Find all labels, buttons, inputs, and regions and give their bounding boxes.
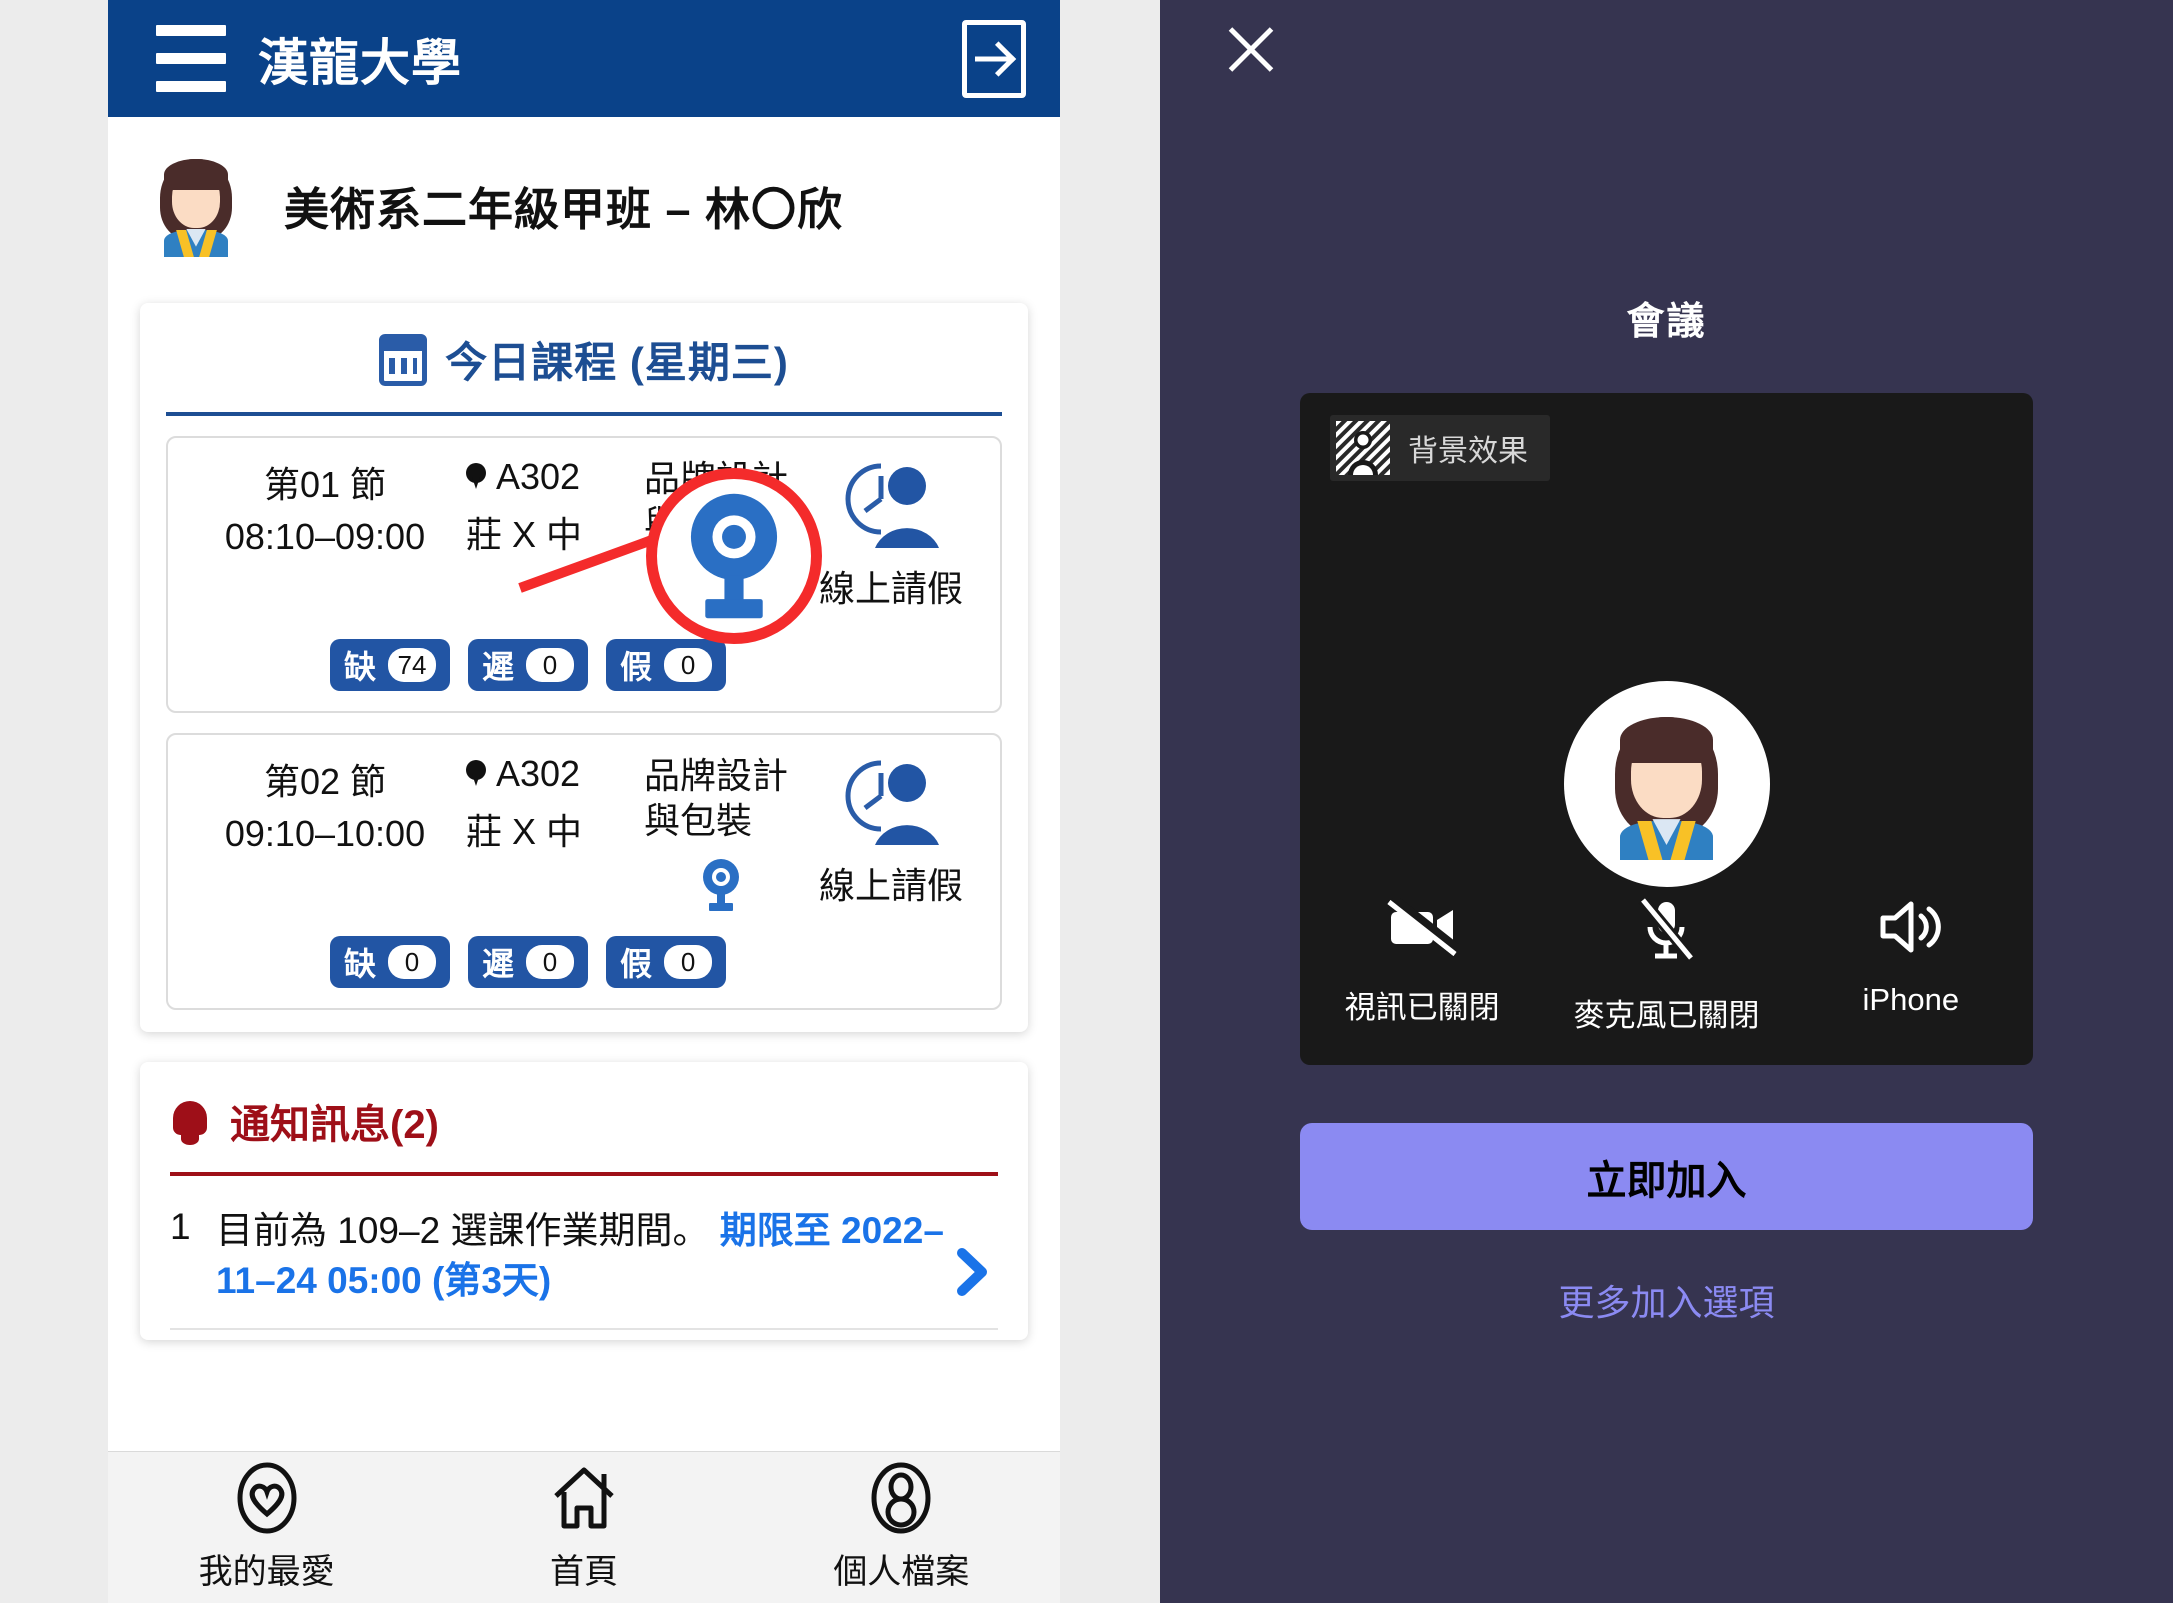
course-period-block: 第01 節 08:10–09:00 bbox=[184, 456, 466, 558]
mic-off-icon bbox=[1639, 898, 1696, 962]
control-label: iPhone bbox=[1862, 982, 1960, 1017]
course-room: A302 bbox=[496, 456, 581, 497]
badge-label: 遲 bbox=[482, 946, 515, 982]
nav-label: 首頁 bbox=[549, 1553, 618, 1591]
course-time: 08:10–09:00 bbox=[224, 516, 426, 557]
nav-item-favorites[interactable]: 我的最愛 bbox=[108, 1462, 425, 1593]
screenshot-root: 漢龍大學 美術系二年級甲班 – 林〇欣 今日課程 (星期三) 第01 節 08:… bbox=[0, 0, 2173, 1603]
background-effects-label: 背景效果 bbox=[1408, 435, 1528, 468]
notifications-title: 通知訊息(2) bbox=[230, 1103, 439, 1147]
nav-item-profile[interactable]: 個人檔案 bbox=[743, 1462, 1060, 1593]
background-effects-button[interactable]: 背景效果 bbox=[1330, 415, 1550, 481]
meeting-app-panel: 會議 背景效果 視訊已關閉 麥克風已關閉 iPhone 立即加入 更多加入選項 bbox=[1160, 0, 2173, 1603]
clock-person-icon bbox=[845, 463, 939, 548]
bell-icon bbox=[170, 1097, 210, 1145]
course-period: 第01 節 bbox=[263, 464, 387, 505]
hamburger-menu-icon[interactable] bbox=[138, 25, 230, 92]
person-icon bbox=[871, 1462, 931, 1534]
course-row[interactable]: 第01 節 08:10–09:00 A302 莊 X 中 品牌設計與包裝 bbox=[166, 436, 1002, 713]
mic-toggle-button[interactable]: 麥克風已關閉 bbox=[1544, 898, 1788, 1035]
online-leave-button[interactable]: 線上請假 bbox=[798, 456, 984, 612]
course-teacher: 莊 X 中 bbox=[466, 811, 583, 852]
course-period-block: 第02 節 09:10–10:00 bbox=[184, 753, 466, 855]
notification-text: 目前為 109–2 選課作業期間。 bbox=[216, 1210, 710, 1251]
close-x-icon[interactable] bbox=[1222, 20, 1280, 78]
nav-label: 我的最愛 bbox=[198, 1553, 335, 1591]
badge-absent: 缺 74 bbox=[330, 639, 451, 691]
attendance-badges: 缺 74 遲 0 假 0 bbox=[184, 639, 984, 691]
control-label: 麥克風已關閉 bbox=[1573, 998, 1760, 1033]
background-effects-icon bbox=[1336, 421, 1390, 475]
video-off-icon bbox=[1387, 898, 1460, 956]
speaker-icon bbox=[1880, 901, 1941, 953]
profile-name: 美術系二年級甲班 – 林〇欣 bbox=[284, 183, 844, 235]
attendance-badges: 缺 0 遲 0 假 0 bbox=[184, 936, 984, 988]
app-header: 漢龍大學 bbox=[108, 0, 1060, 117]
app-title: 漢龍大學 bbox=[258, 34, 462, 91]
student-avatar bbox=[1563, 681, 1770, 887]
webcam-icon-callout bbox=[646, 468, 822, 644]
more-join-options-link[interactable]: 更多加入選項 bbox=[1558, 1274, 1774, 1326]
notifications-header: 通知訊息(2) bbox=[170, 1092, 998, 1176]
schedule-card-title: 今日課程 (星期三) bbox=[445, 339, 789, 386]
online-leave-label: 線上請假 bbox=[818, 568, 963, 609]
profile-row: 美術系二年級甲班 – 林〇欣 bbox=[108, 117, 1060, 281]
badge-value: 0 bbox=[664, 945, 713, 979]
badge-value: 0 bbox=[526, 945, 575, 979]
course-room: A302 bbox=[496, 753, 581, 794]
badge-late: 遲 0 bbox=[468, 936, 589, 988]
online-leave-button[interactable]: 線上請假 bbox=[798, 753, 984, 909]
badge-label: 假 bbox=[620, 946, 653, 982]
schedule-card-header: 今日課程 (星期三) bbox=[166, 329, 1002, 416]
nav-item-home[interactable]: 首頁 bbox=[425, 1462, 742, 1593]
online-leave-label: 線上請假 bbox=[818, 865, 963, 906]
today-schedule-card: 今日課程 (星期三) 第01 節 08:10–09:00 A302 莊 X 中 … bbox=[140, 303, 1028, 1032]
notification-text-wrap: 目前為 109–2 選課作業期間。 期限至 2022–11–24 05:00 (… bbox=[216, 1206, 950, 1306]
badge-late: 遲 0 bbox=[468, 639, 589, 691]
school-app-panel: 漢龍大學 美術系二年級甲班 – 林〇欣 今日課程 (星期三) 第01 節 08:… bbox=[108, 0, 1060, 1603]
badge-value: 0 bbox=[388, 945, 437, 979]
badge-label: 缺 bbox=[344, 946, 377, 982]
badge-label: 遲 bbox=[482, 649, 515, 685]
course-place-block: A302 莊 X 中 bbox=[466, 753, 644, 855]
bottom-navigation: 我的最愛 首頁 個人檔案 bbox=[108, 1451, 1060, 1603]
meeting-title: 會議 bbox=[1626, 301, 1707, 343]
map-pin-icon bbox=[466, 463, 486, 491]
heart-icon bbox=[237, 1462, 297, 1534]
badge-leave: 假 0 bbox=[606, 639, 727, 691]
nav-label: 個人檔案 bbox=[833, 1553, 970, 1591]
video-toggle-button[interactable]: 視訊已關閉 bbox=[1300, 898, 1544, 1035]
badge-value: 0 bbox=[664, 648, 713, 682]
chevron-right-icon[interactable] bbox=[950, 1245, 998, 1304]
home-icon bbox=[554, 1467, 614, 1529]
badge-label: 缺 bbox=[344, 649, 377, 685]
calendar-icon bbox=[379, 333, 428, 386]
video-preview[interactable]: 背景效果 視訊已關閉 麥克風已關閉 iPhone bbox=[1300, 393, 2033, 1065]
clock-person-icon bbox=[845, 760, 939, 845]
map-pin-icon bbox=[466, 760, 486, 788]
badge-value: 0 bbox=[526, 648, 575, 682]
badge-leave: 假 0 bbox=[606, 936, 727, 988]
badge-absent: 缺 0 bbox=[330, 936, 451, 988]
logout-arrow-icon[interactable] bbox=[962, 19, 1026, 98]
webcam-icon[interactable] bbox=[699, 857, 743, 918]
notification-item[interactable]: 1 目前為 109–2 選課作業期間。 期限至 2022–11–24 05:00… bbox=[170, 1176, 998, 1330]
control-label: 視訊已關閉 bbox=[1344, 990, 1500, 1025]
join-now-button[interactable]: 立即加入 bbox=[1300, 1123, 2033, 1230]
notification-number: 1 bbox=[170, 1206, 191, 1247]
course-period: 第02 節 bbox=[263, 761, 387, 802]
app-scroll-area[interactable]: 美術系二年級甲班 – 林〇欣 今日課程 (星期三) 第01 節 08:10–09… bbox=[108, 117, 1060, 1451]
notifications-card: 通知訊息(2) 1 目前為 109–2 選課作業期間。 期限至 2022–11–… bbox=[140, 1062, 1028, 1340]
student-avatar bbox=[148, 153, 244, 257]
course-name-block: 品牌設計與包裝 bbox=[644, 753, 798, 918]
speaker-button[interactable]: iPhone bbox=[1789, 898, 2033, 1035]
course-row[interactable]: 第02 節 09:10–10:00 A302 莊 X 中 品牌設計與包裝 線上請… bbox=[166, 733, 1002, 1010]
meeting-controls: 視訊已關閉 麥克風已關閉 iPhone bbox=[1300, 898, 2033, 1035]
badge-value: 74 bbox=[388, 648, 437, 682]
course-place-block: A302 莊 X 中 bbox=[466, 456, 644, 558]
course-time: 09:10–10:00 bbox=[224, 813, 426, 854]
badge-label: 假 bbox=[620, 649, 653, 685]
course-name: 品牌設計與包裝 bbox=[644, 755, 789, 841]
